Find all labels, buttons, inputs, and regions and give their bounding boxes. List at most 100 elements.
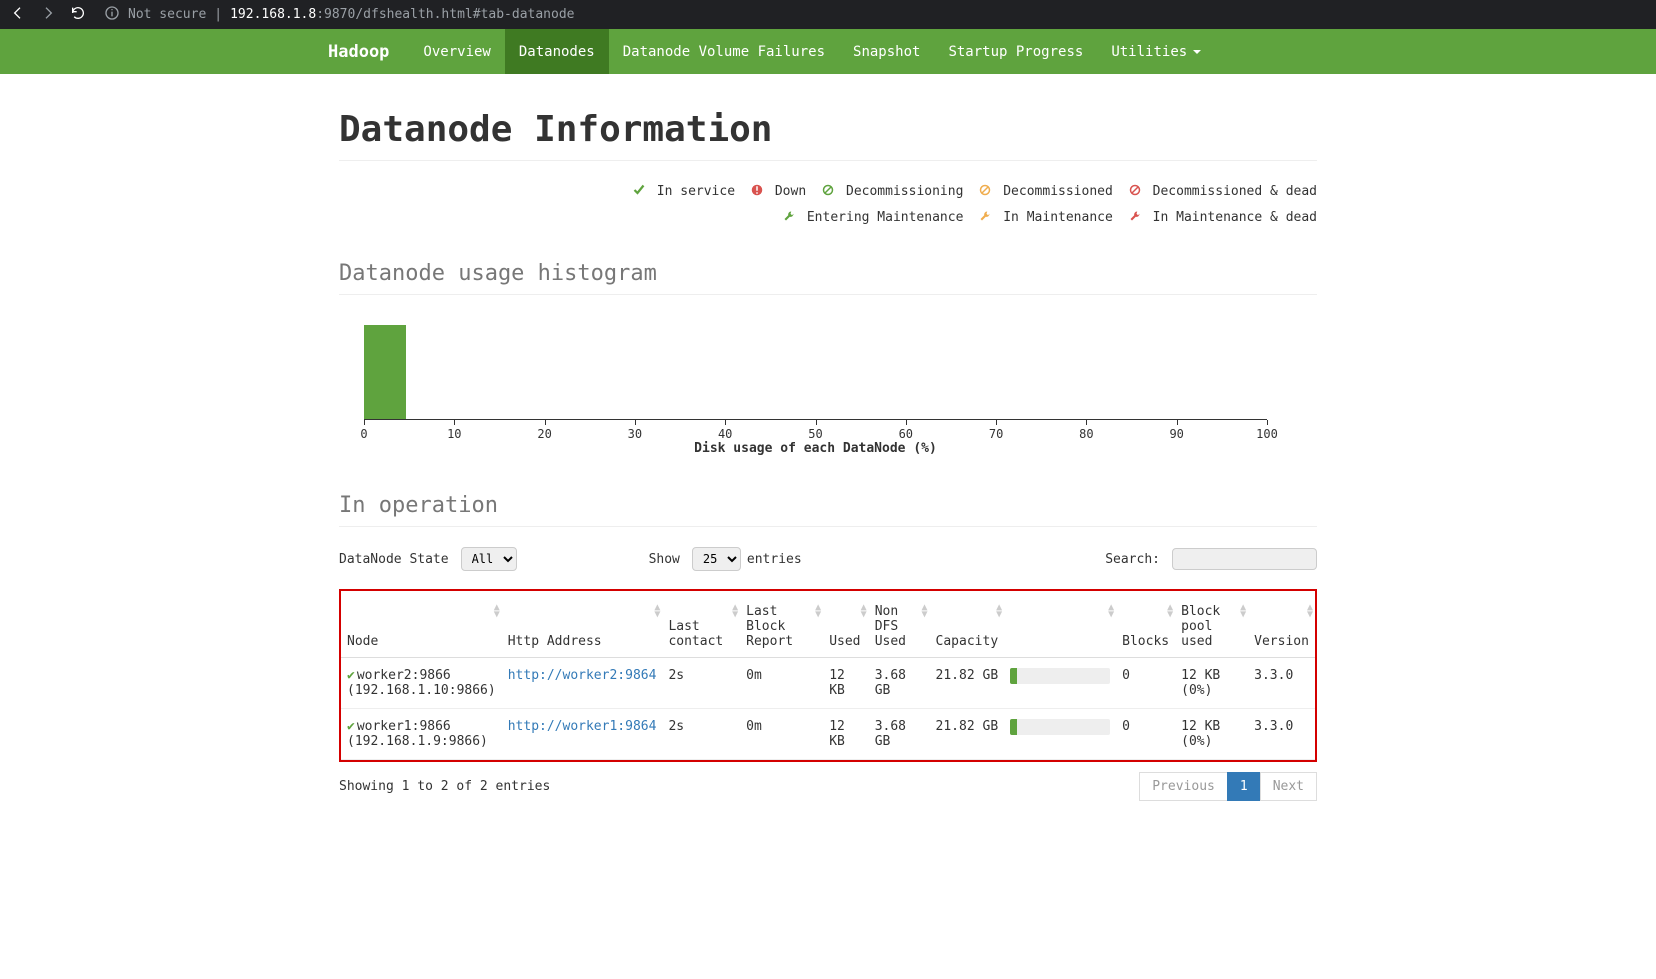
check-icon: ✔: [347, 668, 355, 683]
check-icon: ✔: [347, 719, 355, 734]
brand[interactable]: Hadoop: [328, 42, 389, 62]
nav-bar: Hadoop OverviewDatanodesDatanode Volume …: [0, 29, 1656, 74]
nav-item-overview[interactable]: Overview: [409, 29, 504, 74]
url[interactable]: 192.168.1.8:9870/dfshealth.html#tab-data…: [230, 7, 574, 22]
col-non-dfs-used[interactable]: Non DFS Used▲▼: [869, 596, 930, 658]
legend-entering_maint: Entering Maintenance: [783, 205, 963, 231]
cell-node: ✔worker1:9866(192.168.1.9:9866): [341, 709, 502, 760]
col-node[interactable]: Node▲▼: [341, 596, 502, 658]
tick-label: 30: [628, 427, 642, 441]
show-label: Show: [649, 552, 680, 567]
cell-capacity-bar: [1004, 658, 1116, 709]
entries-label: entries: [747, 552, 802, 567]
legend-decommissioned: Decommissioned: [979, 179, 1112, 205]
cell-blocks: 0: [1116, 709, 1175, 760]
cell-used: 12 KB: [823, 658, 869, 709]
sort-icon: ▲▼: [1240, 604, 1246, 618]
col-last-block-report[interactable]: Last Block Report▲▼: [740, 596, 823, 658]
histogram-chart: 20102030405060708090100Disk usage of eac…: [364, 323, 1267, 438]
tick-label: 90: [1169, 427, 1183, 441]
http-link[interactable]: http://worker2:9864: [508, 668, 657, 683]
cell-pool-used: 12 KB (0%): [1175, 658, 1248, 709]
sort-icon: ▲▼: [1108, 604, 1114, 618]
search-label: Search:: [1105, 552, 1160, 567]
nav-item-datanode-volume-failures[interactable]: Datanode Volume Failures: [609, 29, 839, 74]
col-capacity-bar[interactable]: ▲▼: [1004, 596, 1116, 658]
next-button[interactable]: Next: [1260, 772, 1317, 801]
forward-icon[interactable]: [40, 5, 56, 25]
table-row: ✔worker1:9866(192.168.1.9:9866) http://wo…: [341, 709, 1315, 760]
cell-node: ✔worker2:9866(192.168.1.10:9866): [341, 658, 502, 709]
http-link[interactable]: http://worker1:9864: [508, 719, 657, 734]
col-used[interactable]: Used▲▼: [823, 596, 869, 658]
nav-item-datanodes[interactable]: Datanodes: [505, 29, 609, 74]
pagination: Previous 1 Next: [1140, 772, 1317, 801]
legend-down: Down: [751, 179, 806, 205]
nav-item-snapshot[interactable]: Snapshot: [839, 29, 934, 74]
cell-blocks: 0: [1116, 658, 1175, 709]
col-block-pool-used[interactable]: Block pool used▲▼: [1175, 596, 1248, 658]
page-title: Datanode Information: [339, 109, 1317, 150]
col-version[interactable]: Version▲▼: [1248, 596, 1315, 658]
cell-capacity-bar: [1004, 709, 1116, 760]
prev-button[interactable]: Previous: [1139, 772, 1228, 801]
legend-decommissioning: Decommissioning: [822, 179, 963, 205]
back-icon[interactable]: [10, 5, 26, 25]
col-blocks[interactable]: Blocks▲▼: [1116, 596, 1175, 658]
browser-bar: Not secure | 192.168.1.8:9870/dfshealth.…: [0, 0, 1656, 29]
cell-version: 3.3.0: [1248, 709, 1315, 760]
tick-label: 40: [718, 427, 732, 441]
state-select[interactable]: All: [461, 547, 517, 571]
page-1-button[interactable]: 1: [1227, 772, 1261, 801]
tick-label: 20: [537, 427, 551, 441]
sort-icon: ▲▼: [1307, 604, 1313, 618]
tick-label: 80: [1079, 427, 1093, 441]
url-divider: |: [214, 7, 222, 22]
chevron-down-icon: [1193, 50, 1201, 54]
col-http-address[interactable]: Http Address▲▼: [502, 596, 663, 658]
histogram-bar: 2: [364, 325, 406, 420]
sort-icon: ▲▼: [654, 604, 660, 618]
legend-in_maint: In Maintenance: [979, 205, 1112, 231]
datanode-table: Node▲▼Http Address▲▼Last contact▲▼Last B…: [341, 596, 1315, 760]
in-operation-title: In operation: [339, 493, 1317, 518]
tick-label: 10: [447, 427, 461, 441]
col-capacity[interactable]: Capacity▲▼: [930, 596, 1005, 658]
search-input[interactable]: [1172, 548, 1317, 570]
legend-decommissioned_dead: Decommissioned & dead: [1129, 179, 1317, 205]
reload-icon[interactable]: [70, 5, 86, 25]
state-label: DataNode State: [339, 552, 449, 567]
sort-icon: ▲▼: [1167, 604, 1173, 618]
legend-in_service: In service: [633, 179, 735, 205]
nav-item-startup-progress[interactable]: Startup Progress: [934, 29, 1097, 74]
tick-label: 60: [899, 427, 913, 441]
cell-last-block: 0m: [740, 709, 823, 760]
col-last-contact[interactable]: Last contact▲▼: [662, 596, 740, 658]
cell-last-contact: 2s: [662, 658, 740, 709]
nav-item-utilities[interactable]: Utilities: [1097, 29, 1215, 74]
cell-last-block: 0m: [740, 658, 823, 709]
not-secure-label: Not secure: [128, 7, 206, 22]
tick-label: 50: [808, 427, 822, 441]
sort-icon: ▲▼: [815, 604, 821, 618]
tick-label: 100: [1256, 427, 1278, 441]
x-axis-title: Disk usage of each DataNode (%): [364, 441, 1267, 456]
cell-version: 3.3.0: [1248, 658, 1315, 709]
histogram-title: Datanode usage histogram: [339, 261, 1317, 286]
cell-capacity: 21.82 GB: [930, 709, 1005, 760]
cell-last-contact: 2s: [662, 709, 740, 760]
cell-pool-used: 12 KB (0%): [1175, 709, 1248, 760]
legend-in_maint_dead: In Maintenance & dead: [1129, 205, 1317, 231]
cell-non-dfs: 3.68 GB: [869, 658, 930, 709]
info-icon[interactable]: [104, 5, 120, 25]
table-info: Showing 1 to 2 of 2 entries: [339, 779, 550, 794]
sort-icon: ▲▼: [494, 604, 500, 618]
sort-icon: ▲▼: [861, 604, 867, 618]
table-row: ✔worker2:9866(192.168.1.10:9866) http://w…: [341, 658, 1315, 709]
sort-icon: ▲▼: [732, 604, 738, 618]
cell-used: 12 KB: [823, 709, 869, 760]
cell-http: http://worker1:9864: [502, 709, 663, 760]
show-select[interactable]: 25: [692, 547, 741, 571]
tick-label: 0: [360, 427, 367, 441]
cell-non-dfs: 3.68 GB: [869, 709, 930, 760]
